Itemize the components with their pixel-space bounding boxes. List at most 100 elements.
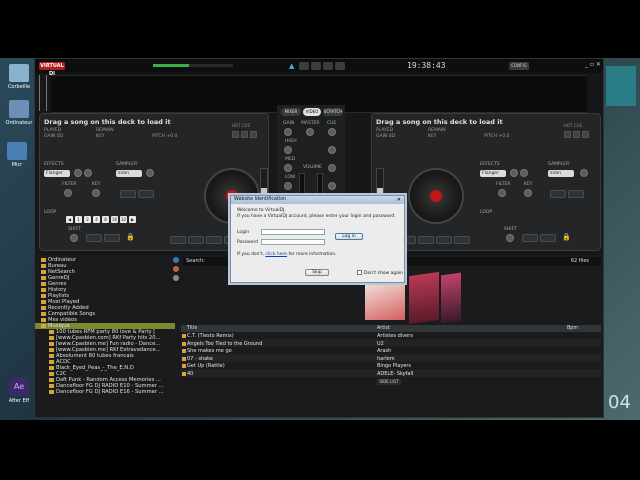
key-knob-label: KEY — [524, 182, 533, 187]
loop-4-button[interactable]: 4 — [93, 216, 100, 223]
pause-button[interactable] — [206, 236, 222, 244]
table-row[interactable]: 07 - shake harlem — [181, 354, 601, 362]
effects-dropdown[interactable]: Flanger — [44, 170, 70, 177]
loop-16-button[interactable]: 16 — [111, 216, 118, 223]
lock-icon[interactable]: 🔒 — [562, 233, 571, 241]
column-artist[interactable]: Artist — [377, 326, 390, 331]
key-knob[interactable] — [524, 189, 532, 197]
loop-1-button[interactable]: 1 — [75, 216, 82, 223]
hotcue-3-button[interactable] — [582, 131, 589, 138]
hotcue-1-button[interactable] — [232, 131, 239, 138]
cue-button[interactable] — [170, 236, 186, 244]
hotcue-2-button[interactable] — [241, 131, 248, 138]
desktop-icon-micr[interactable]: Micr — [0, 142, 34, 168]
sampler-play-button[interactable] — [550, 190, 566, 198]
deck-right-jogwheel[interactable] — [408, 168, 464, 224]
dont-show-checkbox[interactable]: Don't show again — [357, 270, 403, 276]
eq-low-right-knob[interactable] — [328, 182, 336, 190]
desktop-icon-computer[interactable]: Ordinateur — [2, 100, 36, 126]
loop-in-button[interactable] — [522, 234, 538, 242]
password-field[interactable] — [261, 239, 325, 245]
play-button[interactable] — [418, 236, 434, 244]
key-knob[interactable] — [92, 189, 100, 197]
eq-high-right-knob[interactable] — [328, 146, 336, 154]
sampler-play-button[interactable] — [120, 190, 136, 198]
login-button[interactable]: Log in — [335, 233, 363, 240]
checkbox[interactable] — [357, 270, 362, 275]
globe-icon[interactable] — [173, 257, 179, 263]
deck-right[interactable]: Drag a song on this deck to load it PLAY… — [371, 113, 601, 251]
close-icon[interactable]: ✕ — [397, 197, 401, 203]
top-button-1[interactable] — [299, 62, 309, 70]
loop-in-button[interactable] — [86, 234, 102, 242]
loop-2-button[interactable]: 2 — [84, 216, 91, 223]
table-row[interactable]: Angels Too Tied to the Ground U2 — [181, 339, 601, 347]
sampler-volume-knob[interactable] — [580, 169, 588, 177]
login-field[interactable] — [261, 229, 325, 235]
song-table[interactable]: Title Artist Bpm C.T. (Tiesto Remix) Arti… — [181, 325, 601, 417]
side-list-button[interactable]: SIDE LIST — [377, 379, 401, 385]
sampler-rec-button[interactable] — [138, 190, 154, 198]
eq-low-left-knob[interactable] — [284, 182, 292, 190]
window-controls[interactable]: _ ▫ ✕ — [585, 61, 601, 68]
table-row[interactable]: Get Up (Rattle) Bingo Players — [181, 362, 601, 370]
sampler-dropdown[interactable]: siren — [116, 170, 142, 177]
loop-half-button[interactable]: ◀ — [66, 216, 73, 223]
record-icon[interactable]: ▲ — [289, 62, 297, 70]
loop-double-button[interactable]: ▶ — [129, 216, 136, 223]
top-button-4[interactable] — [335, 62, 345, 70]
loop-out-button[interactable] — [104, 234, 120, 242]
tab-scratch[interactable]: SCRATCH — [323, 108, 343, 116]
pause-button[interactable] — [436, 236, 452, 244]
folder-tree[interactable]: Ordinateur Bureau NetSearch GenreDJ Genres Hi… — [35, 257, 175, 417]
top-button-3[interactable] — [323, 62, 333, 70]
config-button[interactable]: CONFIG — [509, 62, 529, 70]
desktop-icon-recycle-bin[interactable]: Corbeille — [2, 64, 36, 90]
hotcue-3-button[interactable] — [250, 131, 257, 138]
tree-item[interactable]: Dancefloor FG DJ RADIO E16 - Summer ... — [35, 389, 175, 395]
filter-knob[interactable] — [498, 189, 506, 197]
loop-8-button[interactable]: 8 — [102, 216, 109, 223]
album-cover[interactable] — [409, 271, 439, 325]
column-title[interactable]: Title — [187, 326, 197, 331]
eq-med-left-knob[interactable] — [284, 164, 292, 172]
skip-button[interactable]: Skip — [305, 269, 329, 276]
column-bpm[interactable]: Bpm — [567, 326, 578, 331]
top-button-2[interactable] — [311, 62, 321, 70]
lock-icon[interactable]: 🔒 — [126, 233, 135, 241]
table-row[interactable]: She makes me go Arash — [181, 347, 601, 355]
master-knob[interactable] — [306, 128, 314, 136]
click-here-link[interactable]: click here — [265, 252, 287, 257]
tab-video[interactable]: VIDEO — [303, 108, 321, 116]
table-row[interactable]: C.T. (Tiesto Remix) Artistes divers — [181, 332, 601, 340]
eq-high-left-knob[interactable] — [284, 146, 292, 154]
sampler-rec-button[interactable] — [568, 190, 584, 198]
desktop-app-tile[interactable] — [606, 66, 636, 106]
gain-right-knob[interactable] — [328, 128, 336, 136]
sampler-dropdown[interactable]: siren — [548, 170, 574, 177]
play-button[interactable] — [188, 236, 204, 244]
filter-icon[interactable] — [173, 266, 179, 272]
loop-out-button[interactable] — [540, 234, 556, 242]
effect-param-2-knob[interactable] — [84, 169, 92, 177]
effect-param-1-knob[interactable] — [510, 169, 518, 177]
album-cover[interactable] — [365, 280, 405, 320]
tab-mixer[interactable]: MIXER — [281, 108, 301, 116]
album-cover[interactable] — [441, 272, 461, 324]
filter-knob[interactable] — [64, 189, 72, 197]
sync-button[interactable] — [454, 236, 470, 244]
eq-med-right-knob[interactable] — [328, 164, 336, 172]
desktop-icon-after-effects[interactable]: Ae After Eff — [2, 378, 36, 404]
hotcue-1-button[interactable] — [564, 131, 571, 138]
loop-32-button[interactable]: 32 — [120, 216, 127, 223]
effects-dropdown[interactable]: Flanger — [480, 170, 506, 177]
gain-left-knob[interactable] — [284, 128, 292, 136]
playlist-icon[interactable] — [173, 275, 179, 281]
effect-param-2-knob[interactable] — [520, 169, 528, 177]
shift-knob[interactable] — [70, 234, 78, 242]
table-row[interactable]: 40 ADELE- Skyfall — [181, 369, 601, 377]
shift-knob[interactable] — [506, 234, 514, 242]
effect-param-1-knob[interactable] — [74, 169, 82, 177]
sampler-volume-knob[interactable] — [146, 169, 154, 177]
hotcue-2-button[interactable] — [573, 131, 580, 138]
